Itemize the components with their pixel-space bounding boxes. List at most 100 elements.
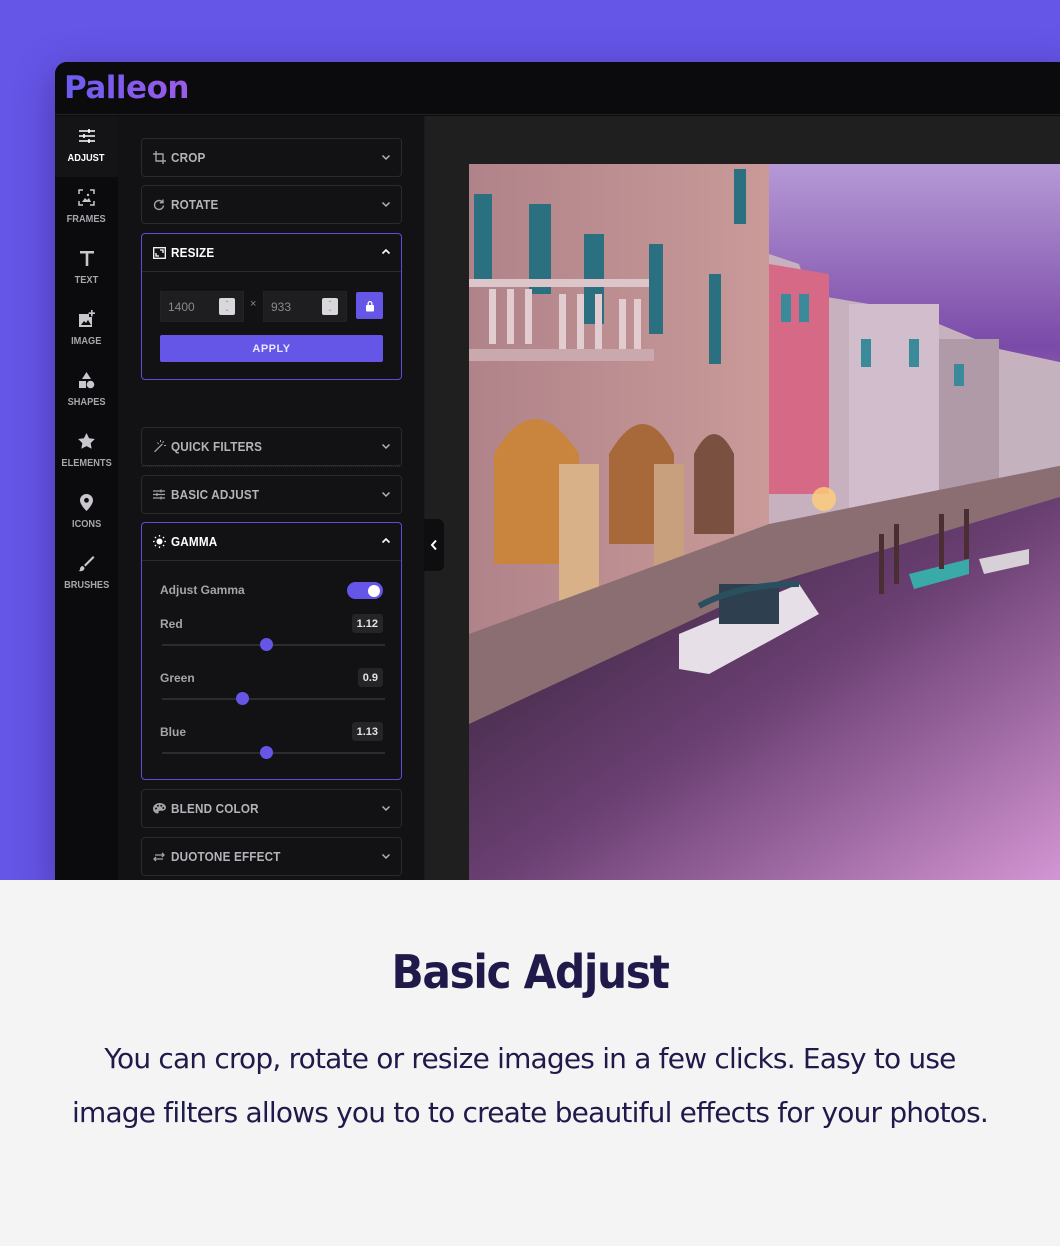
- sun-icon: [152, 535, 166, 549]
- sidebar-item-shapes[interactable]: SHAPES: [55, 360, 118, 421]
- sidebar-item-label: TEXT: [74, 274, 99, 286]
- width-stepper[interactable]: ⌃ ⌄: [219, 298, 235, 315]
- frame-icon: [77, 187, 97, 207]
- gamma-header[interactable]: GAMMA: [142, 523, 401, 560]
- green-value: 0.9: [357, 668, 383, 687]
- basic-adjust-header[interactable]: BASIC ADJUST: [142, 476, 401, 513]
- gamma-body: Adjust Gamma Red 1.12 Green 0.9 Blue 1.1…: [142, 560, 401, 779]
- chevron-left-icon: [430, 539, 437, 551]
- chevron-down-icon: [381, 491, 391, 498]
- section-label: BLEND COLOR: [171, 801, 259, 816]
- section-label: CROP: [171, 150, 206, 165]
- sidebar: ADJUST FRAMES TEXT IMAGE SHAPES ELEMENTS…: [55, 116, 118, 880]
- resize-section: RESIZE 1400 ⌃ ⌄ × 933 ⌃ ⌄ APPLY: [141, 233, 402, 380]
- magic-wand-icon: [152, 440, 166, 454]
- chevron-down-icon: [381, 805, 391, 812]
- sidebar-item-label: BRUSHES: [63, 579, 110, 591]
- venice-canal-photo: [469, 164, 1060, 880]
- brush-icon: [77, 553, 97, 573]
- chevron-down-icon: [381, 853, 391, 860]
- green-slider[interactable]: [162, 692, 385, 705]
- blend-color-section: BLEND COLOR: [141, 789, 402, 828]
- red-slider-thumb[interactable]: [260, 638, 274, 651]
- text-icon: [77, 248, 97, 268]
- palleon-logo: Palleon: [64, 70, 189, 106]
- chevron-up-icon: [381, 537, 391, 544]
- quick-filters-header[interactable]: QUICK FILTERS: [142, 428, 401, 465]
- hero-section: Palleon ADJUST FRAMES TEXT IMAGE SHAPES …: [0, 0, 1060, 880]
- sidebar-item-text[interactable]: TEXT: [55, 238, 118, 299]
- height-value: 933: [271, 299, 292, 314]
- resize-header[interactable]: RESIZE: [142, 234, 401, 271]
- chevron-down-icon: [381, 443, 391, 450]
- apply-button[interactable]: APPLY: [160, 335, 383, 362]
- gamma-section: GAMMA Adjust Gamma Red 1.12 Green 0.9 Bl…: [141, 522, 402, 780]
- duotone-effect-section: DUOTONE EFFECT: [141, 837, 402, 876]
- shapes-icon: [77, 370, 97, 390]
- green-slider-thumb[interactable]: [235, 692, 249, 705]
- collapse-panel-button[interactable]: [424, 519, 444, 571]
- red-value: 1.12: [351, 614, 383, 633]
- height-input[interactable]: 933 ⌃ ⌄: [263, 291, 347, 322]
- sliders-icon: [152, 488, 166, 502]
- star-icon: [77, 431, 97, 451]
- dimension-separator: ×: [250, 298, 257, 310]
- section-divider: [141, 466, 402, 467]
- feature-description: You can crop, rotate or resize images in…: [71, 1042, 989, 1129]
- basic-adjust-section: BASIC ADJUST: [141, 475, 402, 514]
- sidebar-item-label: IMAGE: [71, 335, 102, 347]
- sidebar-item-icons[interactable]: ICONS: [55, 482, 118, 543]
- crop-section: CROP: [141, 138, 402, 177]
- blue-slider-thumb[interactable]: [260, 746, 274, 759]
- editor-window: Palleon ADJUST FRAMES TEXT IMAGE SHAPES …: [55, 62, 1060, 880]
- resize-body: 1400 ⌃ ⌄ × 933 ⌃ ⌄ APPLY: [142, 271, 401, 379]
- feature-title: Basic Adjust: [391, 945, 670, 999]
- red-label: Red: [160, 617, 183, 631]
- adjust-gamma-label: Adjust Gamma: [160, 583, 245, 597]
- blue-value: 1.13: [351, 722, 383, 741]
- sidebar-item-frames[interactable]: FRAMES: [55, 177, 118, 238]
- chevron-down-icon: [381, 201, 391, 208]
- sidebar-item-label: ELEMENTS: [61, 457, 112, 469]
- sidebar-item-elements[interactable]: ELEMENTS: [55, 421, 118, 482]
- rotate-section: ROTATE: [141, 185, 402, 224]
- green-label: Green: [160, 671, 195, 685]
- palette-icon: [152, 802, 166, 816]
- sidebar-item-label: ICONS: [71, 518, 102, 530]
- section-label: QUICK FILTERS: [171, 439, 263, 454]
- section-label: GAMMA: [171, 534, 218, 549]
- resize-icon: [152, 246, 166, 260]
- crop-icon: [152, 151, 166, 165]
- aspect-lock-button[interactable]: [356, 292, 383, 319]
- section-label: RESIZE: [171, 245, 215, 260]
- sidebar-item-label: SHAPES: [67, 396, 106, 408]
- canvas-image[interactable]: [469, 164, 1060, 880]
- crop-header[interactable]: CROP: [142, 139, 401, 176]
- sidebar-item-adjust[interactable]: ADJUST: [55, 116, 118, 177]
- sidebar-item-label: ADJUST: [68, 152, 105, 164]
- add-image-icon: [77, 309, 97, 329]
- adjust-gamma-toggle[interactable]: [347, 582, 383, 599]
- width-value: 1400: [168, 299, 195, 314]
- sliders-icon: [77, 126, 97, 146]
- swap-icon: [152, 850, 166, 864]
- lock-icon: [365, 300, 374, 311]
- blue-slider[interactable]: [162, 746, 385, 759]
- top-bar: Palleon: [55, 62, 1060, 115]
- chevron-up-icon: [381, 248, 391, 255]
- width-input[interactable]: 1400 ⌃ ⌄: [160, 291, 244, 322]
- section-label: DUOTONE EFFECT: [171, 849, 281, 864]
- height-stepper[interactable]: ⌃ ⌄: [322, 298, 338, 315]
- section-label: ROTATE: [171, 197, 219, 212]
- section-label: BASIC ADJUST: [171, 487, 260, 502]
- duotone-effect-header[interactable]: DUOTONE EFFECT: [142, 838, 401, 875]
- chevron-down-icon: [381, 154, 391, 161]
- blue-label: Blue: [160, 725, 187, 739]
- sidebar-item-brushes[interactable]: BRUSHES: [55, 543, 118, 604]
- sidebar-item-image[interactable]: IMAGE: [55, 299, 118, 360]
- quick-filters-section: QUICK FILTERS: [141, 427, 402, 466]
- rotate-icon: [152, 198, 166, 212]
- red-slider[interactable]: [162, 638, 385, 651]
- rotate-header[interactable]: ROTATE: [142, 186, 401, 223]
- blend-color-header[interactable]: BLEND COLOR: [142, 790, 401, 827]
